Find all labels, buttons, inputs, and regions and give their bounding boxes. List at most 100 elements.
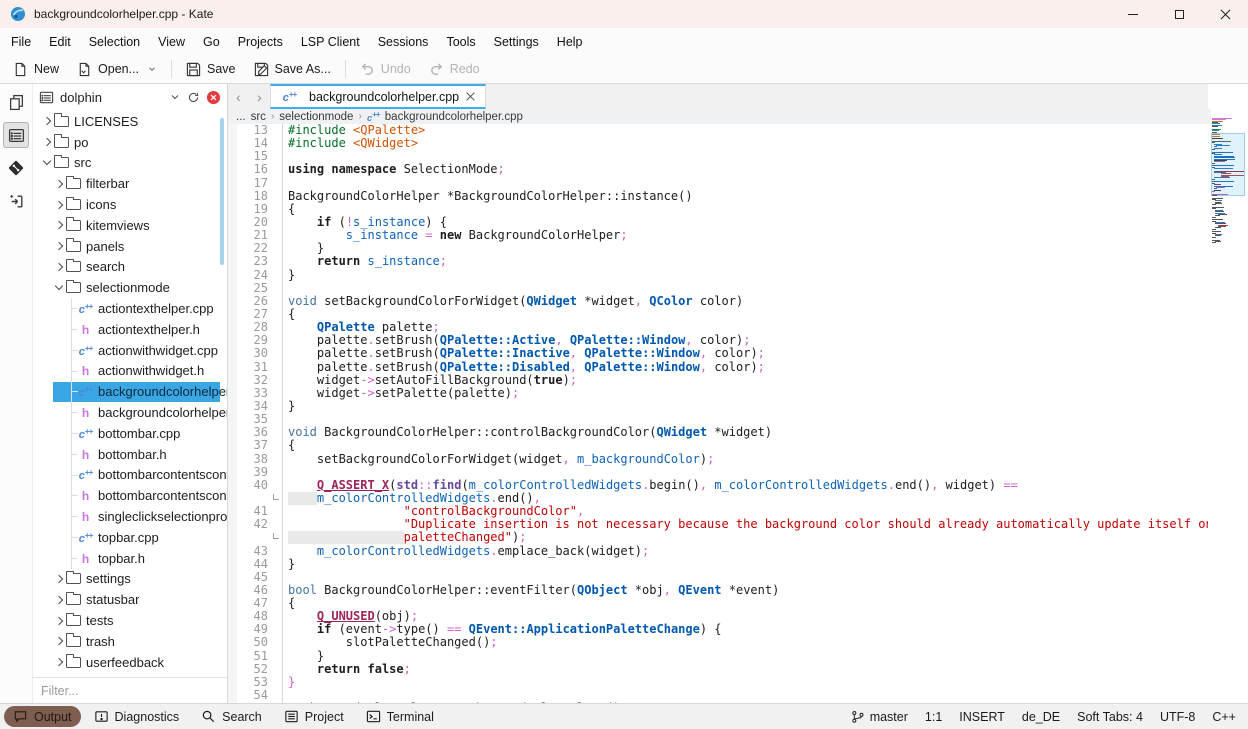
- tree-item[interactable]: src: [33, 153, 227, 174]
- menu-tools[interactable]: Tools: [437, 31, 484, 53]
- refresh-icon[interactable]: [187, 91, 200, 104]
- undo-button[interactable]: Undo: [351, 58, 420, 81]
- code-line[interactable]: 20 if (!s_instance) {: [237, 216, 1208, 229]
- code-line[interactable]: 46bool BackgroundColorHelper::eventFilte…: [237, 584, 1208, 597]
- menu-projects[interactable]: Projects: [229, 31, 292, 53]
- tree-item[interactable]: icons: [33, 194, 227, 215]
- code-line[interactable]: 17: [237, 177, 1208, 190]
- code-line[interactable]: 33 widget->setPalette(palette);: [237, 387, 1208, 400]
- chevron-right-icon[interactable]: [53, 222, 65, 228]
- code-line[interactable]: 50 slotPaletteChanged();: [237, 636, 1208, 649]
- code-line[interactable]: 54: [237, 689, 1208, 702]
- new-button[interactable]: New: [4, 58, 68, 81]
- dock-symbols-button[interactable]: [3, 188, 29, 214]
- chevron-right-icon[interactable]: [53, 597, 65, 603]
- tree-item[interactable]: c++actiontexthelper.cpp: [33, 298, 227, 319]
- tree-item[interactable]: tests: [33, 610, 227, 631]
- tree-item[interactable]: LICENSES: [33, 111, 227, 132]
- tree-item[interactable]: hactionwithwidget.h: [33, 361, 227, 382]
- menu-file[interactable]: File: [2, 31, 40, 53]
- tree-item[interactable]: panels: [33, 236, 227, 257]
- code-line[interactable]: paletteChanged");: [237, 531, 1208, 544]
- code-line[interactable]: 26void setBackgroundColorForWidget(QWidg…: [237, 295, 1208, 308]
- code-line[interactable]: 19{: [237, 203, 1208, 216]
- status-1-1[interactable]: 1:1: [925, 710, 942, 724]
- code-line[interactable]: 49 if (event->type() == QEvent::Applicat…: [237, 623, 1208, 636]
- code-line[interactable]: 23 return s_instance;: [237, 255, 1208, 268]
- code-line[interactable]: 24}: [237, 269, 1208, 282]
- code-line[interactable]: 52 return false;: [237, 663, 1208, 676]
- dock-documents-button[interactable]: [3, 89, 29, 115]
- status-master[interactable]: master: [851, 710, 908, 724]
- pane-project-button[interactable]: Project: [275, 706, 353, 727]
- tree-scrollbar[interactable]: [220, 118, 224, 265]
- code-line[interactable]: 43 m_colorControlledWidgets.emplace_back…: [237, 545, 1208, 558]
- tree-item[interactable]: hbottombarcontentscont...: [33, 485, 227, 506]
- tab-backgroundcolorhelper[interactable]: c++ backgroundcolorhelper.cpp: [270, 84, 486, 109]
- tree-item[interactable]: statusbar: [33, 589, 227, 610]
- code-line[interactable]: 31 palette.setBrush(QPalette::Disabled, …: [237, 361, 1208, 374]
- code-line[interactable]: 34}: [237, 400, 1208, 413]
- tree-item[interactable]: selectionmode: [33, 277, 227, 298]
- code-line[interactable]: 45: [237, 571, 1208, 584]
- chevron-right-icon[interactable]: [53, 202, 65, 208]
- tree-item[interactable]: settings: [33, 569, 227, 590]
- code-line[interactable]: 51 }: [237, 650, 1208, 663]
- menu-selection[interactable]: Selection: [80, 31, 149, 53]
- code-editor[interactable]: 13#include <QPalette>14#include <QWidget…: [228, 124, 1208, 703]
- tree-item[interactable]: htopbar.h: [33, 548, 227, 569]
- chevron-right-icon[interactable]: [41, 139, 53, 145]
- tree-item[interactable]: hbottombar.h: [33, 444, 227, 465]
- status-insert[interactable]: INSERT: [959, 710, 1005, 724]
- pane-search-button[interactable]: Search: [192, 706, 271, 727]
- breadcrumb-item[interactable]: selectionmode: [279, 111, 353, 123]
- code-line[interactable]: 15: [237, 150, 1208, 163]
- code-line[interactable]: 22 }: [237, 242, 1208, 255]
- code-line[interactable]: 39: [237, 466, 1208, 479]
- minimize-button[interactable]: [1110, 0, 1156, 28]
- tree-item[interactable]: search: [33, 257, 227, 278]
- minimap-scrollbar[interactable]: [1211, 84, 1248, 703]
- chevron-right-icon[interactable]: [41, 118, 53, 124]
- code-line[interactable]: 21 s_instance = new BackgroundColorHelpe…: [237, 229, 1208, 242]
- tree-item[interactable]: c++actionwithwidget.cpp: [33, 340, 227, 361]
- save-as-button[interactable]: Save As...: [245, 58, 340, 81]
- maximize-button[interactable]: [1156, 0, 1202, 28]
- menu-edit[interactable]: Edit: [40, 31, 80, 53]
- code-line[interactable]: 25: [237, 282, 1208, 295]
- breadcrumb-item[interactable]: ...: [236, 111, 246, 123]
- tree-item[interactable]: hbackgroundcolorhelper.h: [33, 402, 227, 423]
- menu-lsp-client[interactable]: LSP Client: [292, 31, 369, 53]
- chevron-right-icon[interactable]: [53, 638, 65, 644]
- menu-sessions[interactable]: Sessions: [369, 31, 438, 53]
- code-line[interactable]: 37{: [237, 439, 1208, 452]
- code-line[interactable]: 48 Q_UNUSED(obj);: [237, 610, 1208, 623]
- close-button[interactable]: [1202, 0, 1248, 28]
- code-line[interactable]: 13#include <QPalette>: [237, 124, 1208, 137]
- tree-item[interactable]: c++backgroundcolorhelper.c...: [33, 381, 227, 402]
- code-line[interactable]: 16using namespace SelectionMode;: [237, 163, 1208, 176]
- chevron-down-icon[interactable]: [147, 64, 157, 74]
- code-line[interactable]: 29 palette.setBrush(QPalette::Active, QP…: [237, 334, 1208, 347]
- tree-item[interactable]: hactiontexthelper.h: [33, 319, 227, 340]
- code-line[interactable]: 35: [237, 413, 1208, 426]
- breadcrumb-item[interactable]: src: [251, 111, 266, 123]
- menu-settings[interactable]: Settings: [485, 31, 548, 53]
- tree-item[interactable]: c++bottombarcontentscont...: [33, 465, 227, 486]
- open-button[interactable]: Open...: [68, 58, 166, 81]
- forward-button[interactable]: ›: [249, 84, 270, 109]
- chevron-right-icon[interactable]: [53, 181, 65, 187]
- dock-git-button[interactable]: [3, 155, 29, 181]
- chevron-right-icon[interactable]: [53, 243, 65, 249]
- status-c-[interactable]: C++: [1212, 710, 1236, 724]
- tree-item[interactable]: filterbar: [33, 173, 227, 194]
- close-project-icon[interactable]: [206, 90, 221, 105]
- chevron-down-icon[interactable]: [53, 286, 65, 289]
- pane-terminal-button[interactable]: Terminal: [357, 706, 443, 727]
- status-utf-8[interactable]: UTF-8: [1160, 710, 1195, 724]
- menu-help[interactable]: Help: [548, 31, 592, 53]
- chevron-right-icon[interactable]: [53, 618, 65, 624]
- breadcrumb-item[interactable]: backgroundcolorhelper.cpp: [385, 111, 523, 123]
- code-line[interactable]: m_colorControlledWidgets.end(),: [237, 492, 1208, 505]
- back-button[interactable]: ‹: [228, 84, 249, 109]
